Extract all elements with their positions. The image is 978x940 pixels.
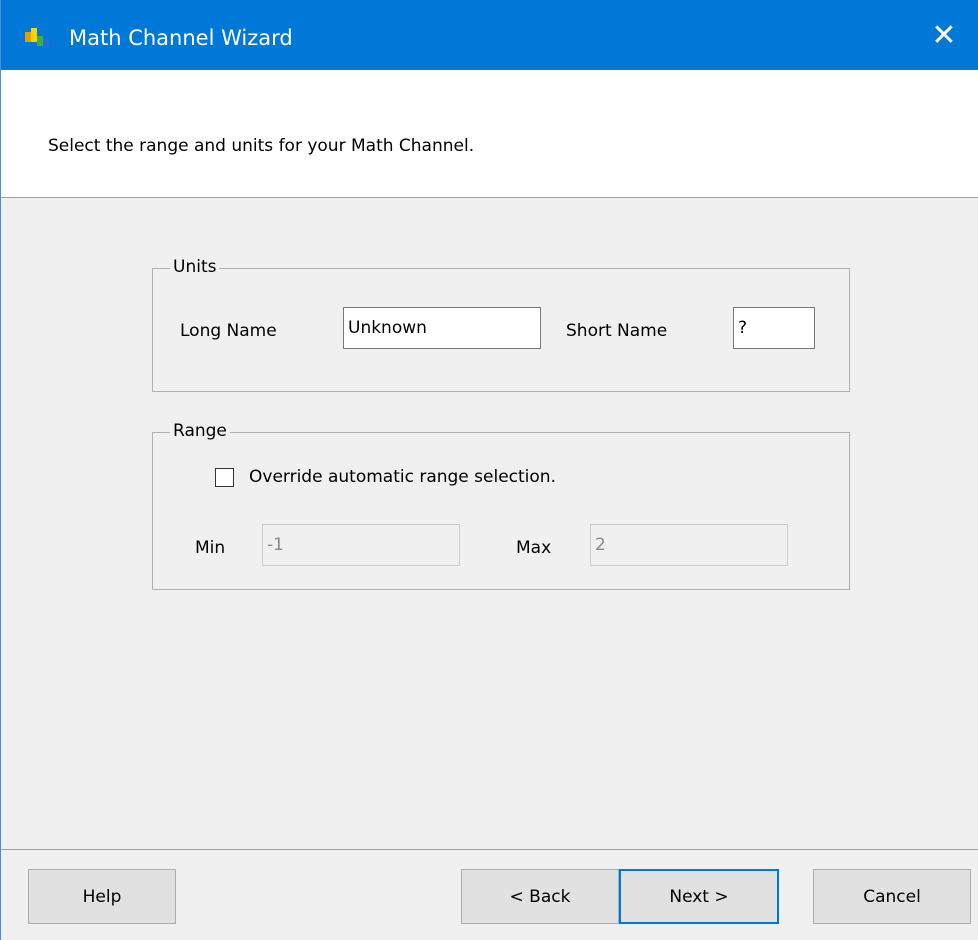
- wizard-header: Select the range and units for your Math…: [1, 70, 978, 198]
- max-input[interactable]: [590, 524, 788, 566]
- override-label[interactable]: Override automatic range selection.: [249, 467, 556, 487]
- close-icon: ✕: [931, 17, 957, 53]
- next-button[interactable]: Next >: [619, 869, 779, 924]
- instruction-text: Select the range and units for your Math…: [48, 136, 475, 156]
- back-button[interactable]: < Back: [461, 869, 619, 924]
- help-button[interactable]: Help: [28, 869, 176, 924]
- range-group: Range Override automatic range selection…: [152, 421, 850, 590]
- math-channel-icon: [25, 28, 49, 48]
- min-input[interactable]: [262, 524, 460, 566]
- override-checkbox[interactable]: [215, 468, 234, 487]
- cancel-button[interactable]: Cancel: [813, 869, 971, 924]
- min-label: Min: [195, 538, 226, 558]
- units-group: Units Long Name Short Name: [152, 257, 850, 392]
- title-bar[interactable]: Math Channel Wizard ✕: [1, 0, 978, 70]
- range-legend: Range: [170, 421, 230, 441]
- max-label: Max: [516, 538, 552, 558]
- footer-divider: [1, 849, 978, 850]
- long-name-input[interactable]: [343, 307, 541, 349]
- window-title: Math Channel Wizard: [69, 26, 293, 50]
- units-legend: Units: [170, 257, 220, 277]
- long-name-label: Long Name: [180, 321, 277, 341]
- short-name-label: Short Name: [566, 321, 668, 341]
- wizard-window: Math Channel Wizard ✕ Select the range a…: [0, 0, 978, 940]
- close-button[interactable]: ✕: [909, 0, 978, 70]
- short-name-input[interactable]: [733, 307, 815, 349]
